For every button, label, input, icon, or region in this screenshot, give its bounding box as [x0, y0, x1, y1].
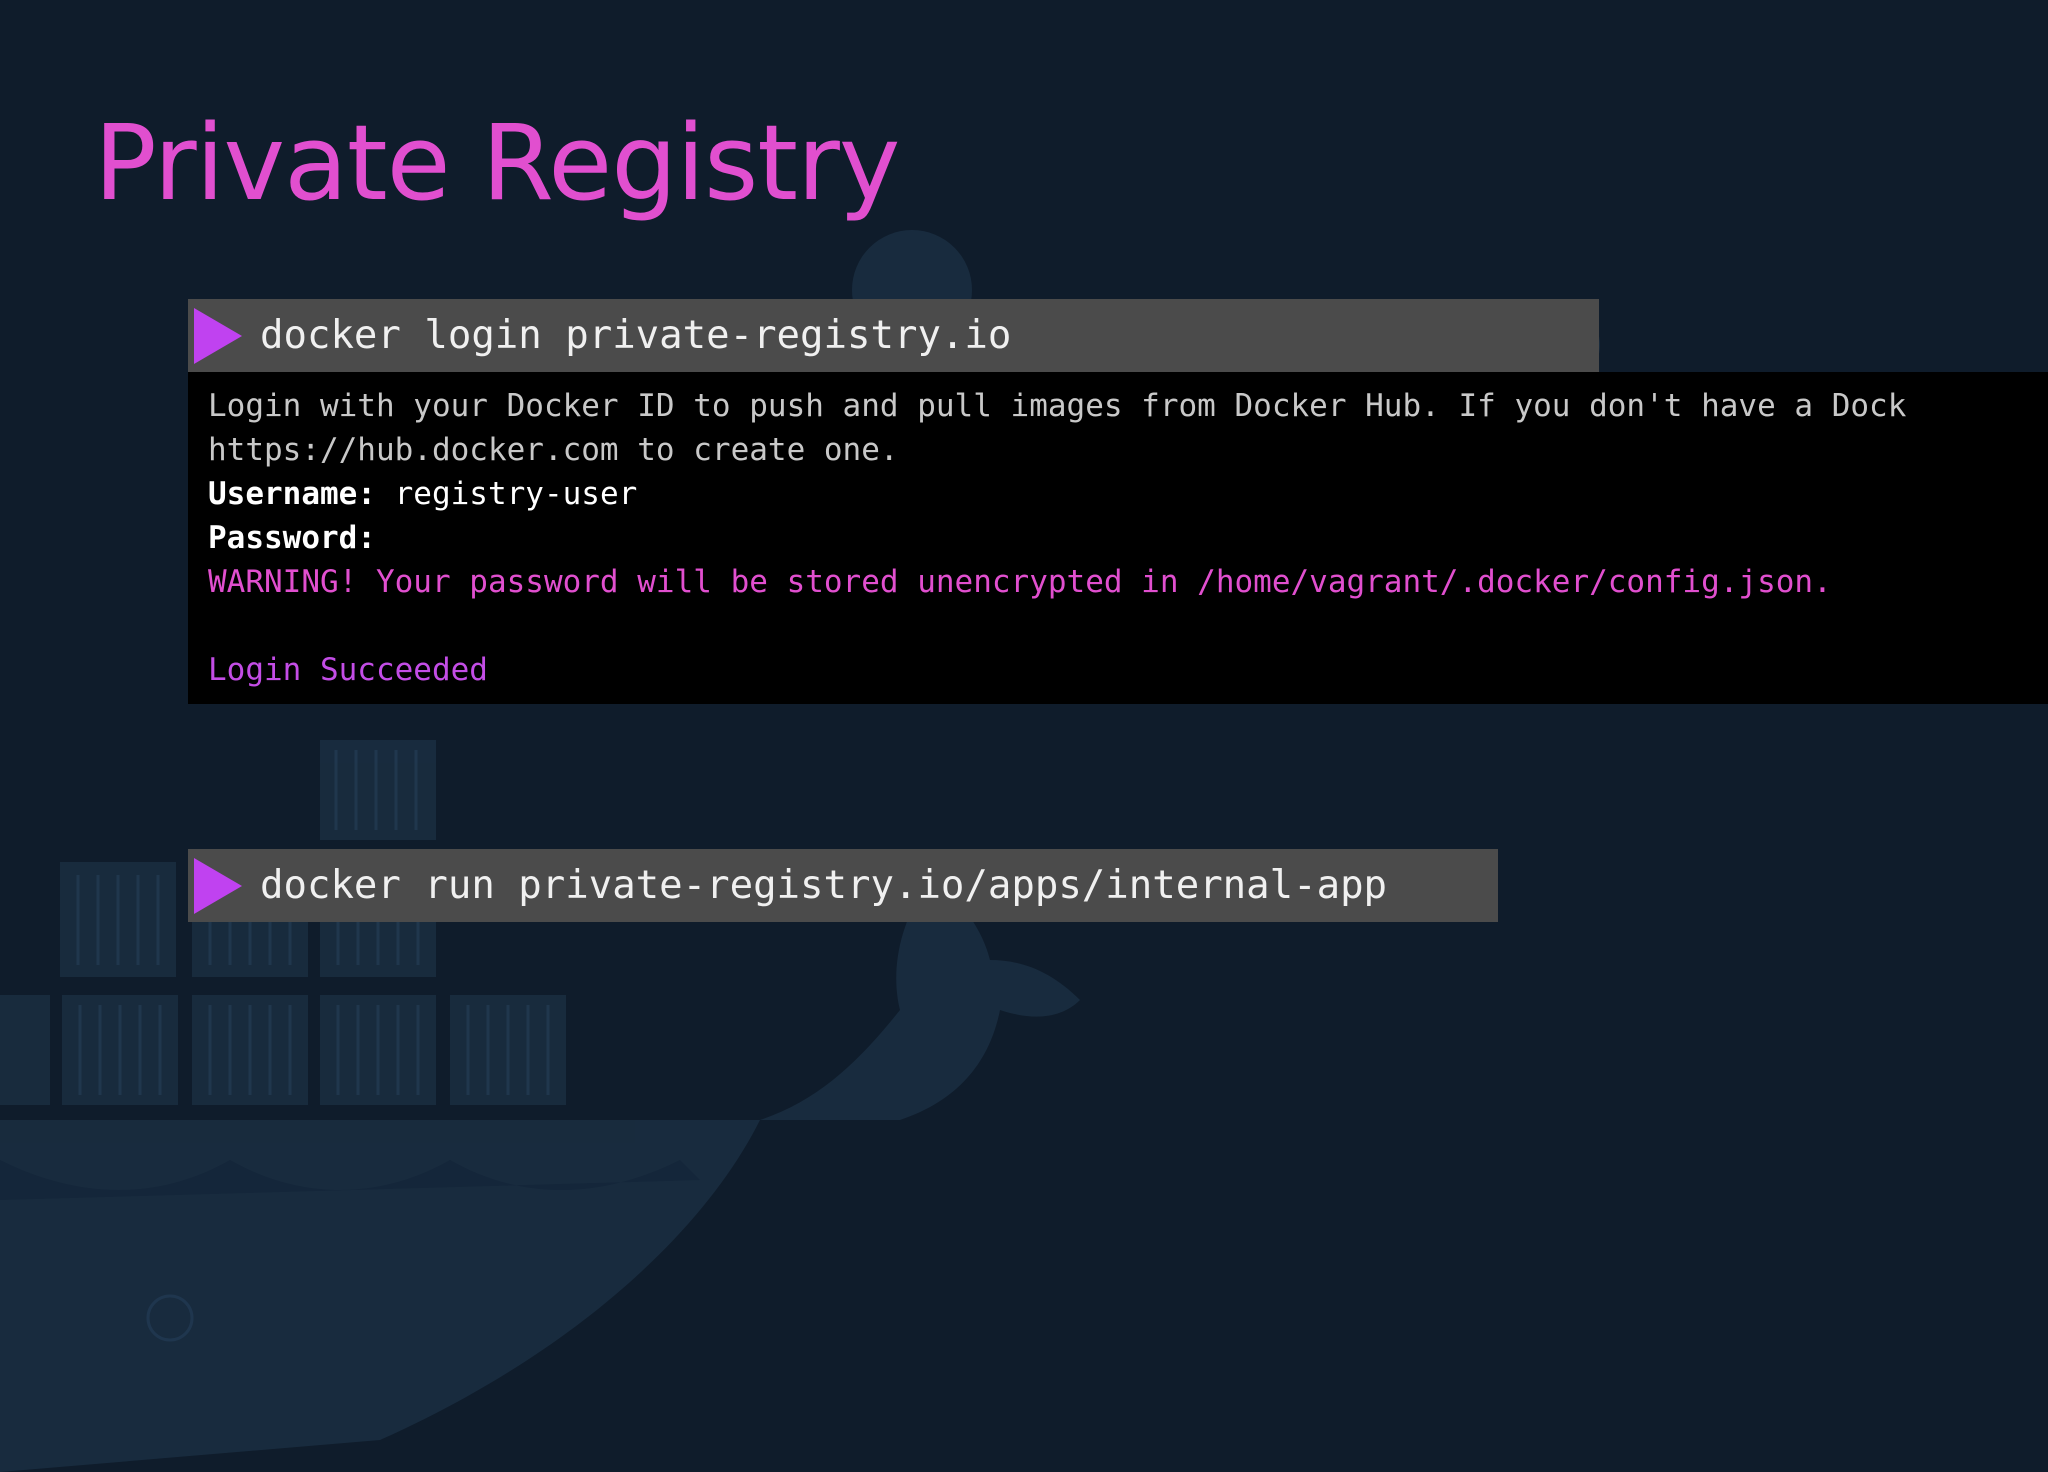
play-triangle-icon [194, 307, 242, 364]
terminal-info-line-1: Login with your Docker ID to push and pu… [208, 388, 1907, 424]
slide: Private Registry docker login private-re… [0, 0, 2048, 1472]
warning-line: WARNING! Your password will be stored un… [208, 564, 1832, 600]
password-label: Password: [208, 520, 376, 556]
terminal-output: Login with your Docker ID to push and pu… [188, 372, 2048, 704]
username-value: registry-user [375, 476, 638, 512]
username-line: Username: registry-user [208, 472, 2048, 516]
play-triangle-icon [194, 857, 242, 914]
login-command-text: docker login private-registry.io [260, 313, 1012, 358]
terminal-info-line-2: https://hub.docker.com to create one. [208, 432, 899, 468]
run-command-bar: docker run private-registry.io/apps/inte… [188, 849, 1498, 922]
password-line: Password: [208, 516, 2048, 560]
slide-title: Private Registry [94, 102, 900, 224]
login-command-bar: docker login private-registry.io [188, 299, 1599, 372]
login-succeeded-line: Login Succeeded [208, 652, 488, 688]
run-command-text: docker run private-registry.io/apps/inte… [260, 863, 1388, 908]
username-label: Username: [208, 476, 376, 512]
